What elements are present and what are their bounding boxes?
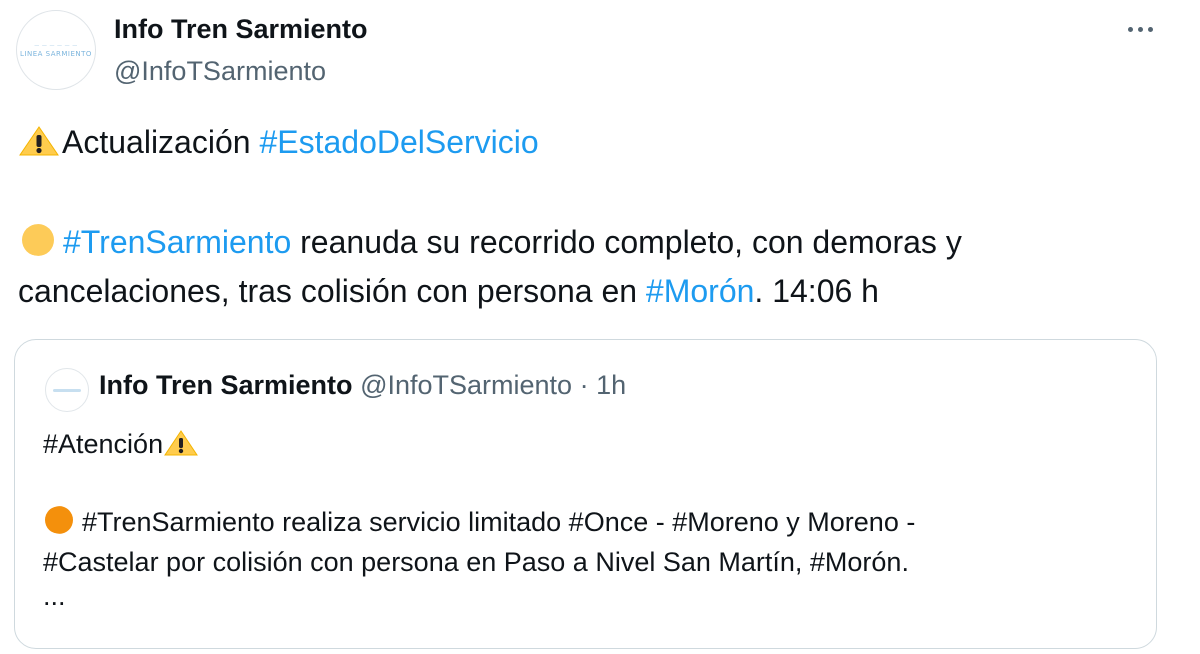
quoted-text-ellipsis: ... — [43, 581, 66, 611]
quoted-tweet-card[interactable]: Info Tren Sarmiento @InfoTSarmiento · 1h… — [14, 339, 1157, 649]
tweet-text: cancelaciones, tras colisión con persona… — [18, 273, 646, 309]
quoted-display-name[interactable]: Info Tren Sarmiento — [99, 370, 353, 400]
orange-circle-icon — [45, 506, 73, 534]
quoted-text: #Atención — [43, 429, 164, 459]
quoted-text-line-2: #TrenSarmiento realiza servicio limitado… — [43, 502, 1143, 542]
quoted-avatar[interactable] — [45, 368, 89, 412]
quoted-separator: · — [572, 370, 597, 400]
tweet-text-body: #TrenSarmiento reanuda su recorrido comp… — [18, 218, 1168, 316]
quoted-header: Info Tren Sarmiento @InfoTSarmiento · 1h — [99, 370, 626, 401]
hashtag-link[interactable]: #TrenSarmiento — [63, 224, 291, 260]
avatar-logo: — — — — — — LINEA SARMIENTO — [20, 43, 92, 58]
tweet-text-line-1: Actualización #EstadoDelServicio — [18, 118, 1168, 167]
tweet-text: Actualización — [62, 124, 260, 160]
tweet-text: . 14:06 h — [754, 273, 879, 309]
warning-icon — [19, 126, 59, 156]
avatar[interactable]: — — — — — — LINEA SARMIENTO — [16, 10, 96, 90]
more-horizontal-icon — [1137, 26, 1143, 32]
hashtag-link[interactable]: #EstadoDelServicio — [259, 124, 538, 160]
tweet[interactable]: — — — — — — LINEA SARMIENTO Info Tren Sa… — [0, 0, 1200, 654]
quoted-text-line-3: #Castelar por colisión con persona en Pa… — [43, 547, 909, 577]
warning-icon — [164, 430, 199, 456]
more-button[interactable] — [1120, 14, 1160, 44]
display-name[interactable]: Info Tren Sarmiento — [114, 14, 368, 45]
quoted-handle[interactable]: @InfoTSarmiento — [360, 370, 572, 400]
handle[interactable]: @InfoTSarmiento — [114, 56, 326, 87]
quoted-text-line-1: #Atención — [43, 424, 1143, 464]
more-horizontal-icon — [1127, 26, 1133, 32]
tweet-text: reanuda su recorrido completo, con demor… — [291, 224, 962, 260]
quoted-text: #TrenSarmiento realiza servicio limitado… — [82, 507, 916, 537]
yellow-circle-icon — [22, 224, 54, 256]
hashtag-link[interactable]: #Morón — [646, 273, 755, 309]
quoted-timestamp[interactable]: 1h — [596, 370, 626, 400]
more-horizontal-icon — [1147, 26, 1153, 32]
